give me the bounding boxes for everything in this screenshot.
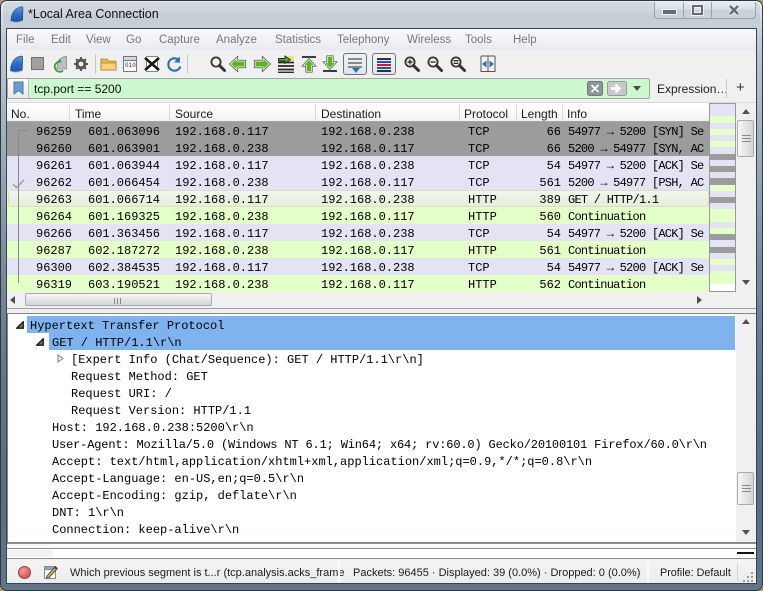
svg-text:010: 010: [125, 62, 136, 69]
